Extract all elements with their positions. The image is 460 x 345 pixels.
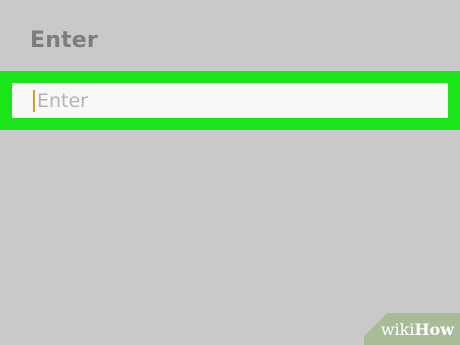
watermark-logo: wikiHow [381, 320, 454, 339]
watermark-prefix: wiki [380, 319, 415, 339]
input-highlight: Enter [0, 71, 460, 130]
text-input-field[interactable]: Enter [12, 83, 448, 118]
text-cursor [33, 89, 35, 112]
dialog-title: Enter [30, 28, 98, 53]
watermark-suffix: How [414, 319, 454, 339]
dialog-screen: Enter Enter wikiHow [0, 0, 460, 345]
input-placeholder: Enter [37, 89, 88, 112]
wikihow-watermark: wikiHow [364, 313, 460, 345]
